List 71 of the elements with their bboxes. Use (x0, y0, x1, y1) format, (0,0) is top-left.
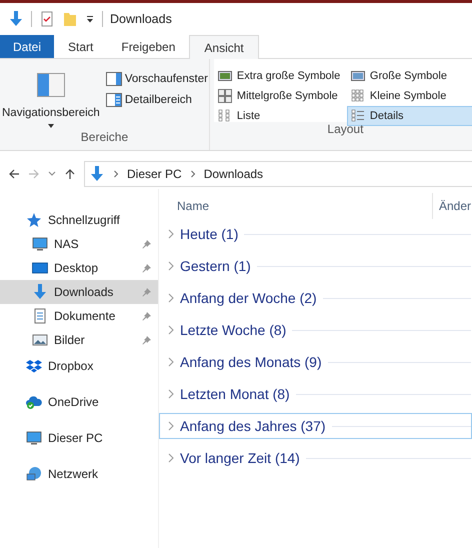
breadcrumb[interactable]: Dieser PC (127, 167, 182, 181)
group-header[interactable]: Anfang des Jahres (37) (159, 413, 472, 439)
view-icon (350, 89, 366, 103)
layout-option[interactable]: Mittelgroße Symbole (214, 86, 347, 106)
details-pane-button[interactable]: Detailbereich (104, 92, 209, 108)
view-icon (216, 69, 233, 83)
layout-option[interactable]: Details (346, 106, 472, 126)
expand-icon (168, 389, 174, 399)
desktop-icon (32, 260, 48, 276)
navigation-pane-button[interactable]: Navigationsbereich (0, 67, 102, 130)
view-icon (216, 89, 233, 103)
column-header[interactable]: Name (159, 199, 432, 213)
download-icon[interactable] (8, 11, 24, 27)
address-bar[interactable]: Dieser PC Downloads (84, 161, 472, 187)
window-title: Downloads (110, 12, 172, 26)
expand-icon (168, 293, 174, 303)
expand-icon (168, 325, 174, 335)
nav-item[interactable]: Desktop (0, 256, 158, 280)
view-icon (350, 69, 366, 83)
expand-icon (168, 357, 174, 367)
group-header[interactable]: Letzte Woche (8) (159, 317, 472, 343)
file-tab[interactable]: Datei (0, 35, 54, 58)
group-header[interactable]: Heute (1) (159, 221, 472, 247)
network-icon (26, 466, 42, 482)
dropbox-icon (26, 358, 42, 374)
preview-pane-button[interactable]: Vorschaufenster (104, 71, 209, 87)
preview-pane-icon (106, 72, 122, 86)
ribbon-tab[interactable]: Ansicht (189, 35, 259, 59)
chevron-icon[interactable] (113, 170, 119, 178)
nav-item[interactable]: NAS (0, 232, 158, 256)
back-icon[interactable] (8, 168, 20, 180)
dropdown-icon (48, 124, 54, 128)
download-icon (89, 166, 105, 182)
up-icon[interactable] (64, 168, 76, 180)
layout-option[interactable]: Extra große Symbole (214, 66, 347, 86)
nav-item[interactable]: Bilder (0, 328, 158, 352)
view-icon (350, 109, 366, 123)
group-header[interactable]: Anfang der Woche (2) (159, 285, 472, 311)
customize-icon[interactable] (85, 14, 95, 24)
nav-item[interactable]: Dieser PC (0, 426, 158, 450)
navigation-pane-icon (36, 73, 65, 97)
nav-item[interactable]: Dropbox (0, 354, 158, 378)
layout-option[interactable]: Große Symbole (346, 66, 472, 86)
star-icon (26, 212, 42, 228)
nav-item[interactable]: Downloads (0, 280, 158, 304)
group-header[interactable]: Gestern (1) (159, 253, 472, 279)
monitor-icon (26, 430, 42, 446)
expand-icon (168, 421, 174, 431)
properties-icon[interactable] (39, 11, 55, 27)
group-label: Bereiche (80, 130, 130, 146)
recent-icon[interactable] (48, 171, 56, 177)
cloud-icon (26, 394, 42, 410)
breadcrumb[interactable]: Downloads (204, 167, 264, 181)
details-pane-icon (106, 93, 122, 107)
layout-option[interactable]: Kleine Symbole (346, 86, 472, 106)
chevron-icon[interactable] (190, 170, 196, 178)
nav-item[interactable]: Netzwerk (0, 462, 158, 486)
group-header[interactable]: Letzten Monat (8) (159, 381, 472, 407)
download-icon (32, 284, 48, 300)
group-header[interactable]: Anfang des Monats (9) (159, 349, 472, 375)
document-icon (32, 308, 48, 324)
group-header[interactable]: Vor langer Zeit (14) (159, 445, 472, 471)
nav-item[interactable]: Dokumente (0, 304, 158, 328)
expand-icon (168, 453, 174, 463)
expand-icon (168, 229, 174, 239)
expand-icon (168, 261, 174, 271)
column-header[interactable]: Änder (432, 193, 472, 219)
nav-item[interactable]: Schnellzugriff (0, 208, 158, 232)
monitor-icon (32, 236, 48, 252)
pictures-icon (32, 332, 48, 348)
nav-item[interactable]: OneDrive (0, 390, 158, 414)
